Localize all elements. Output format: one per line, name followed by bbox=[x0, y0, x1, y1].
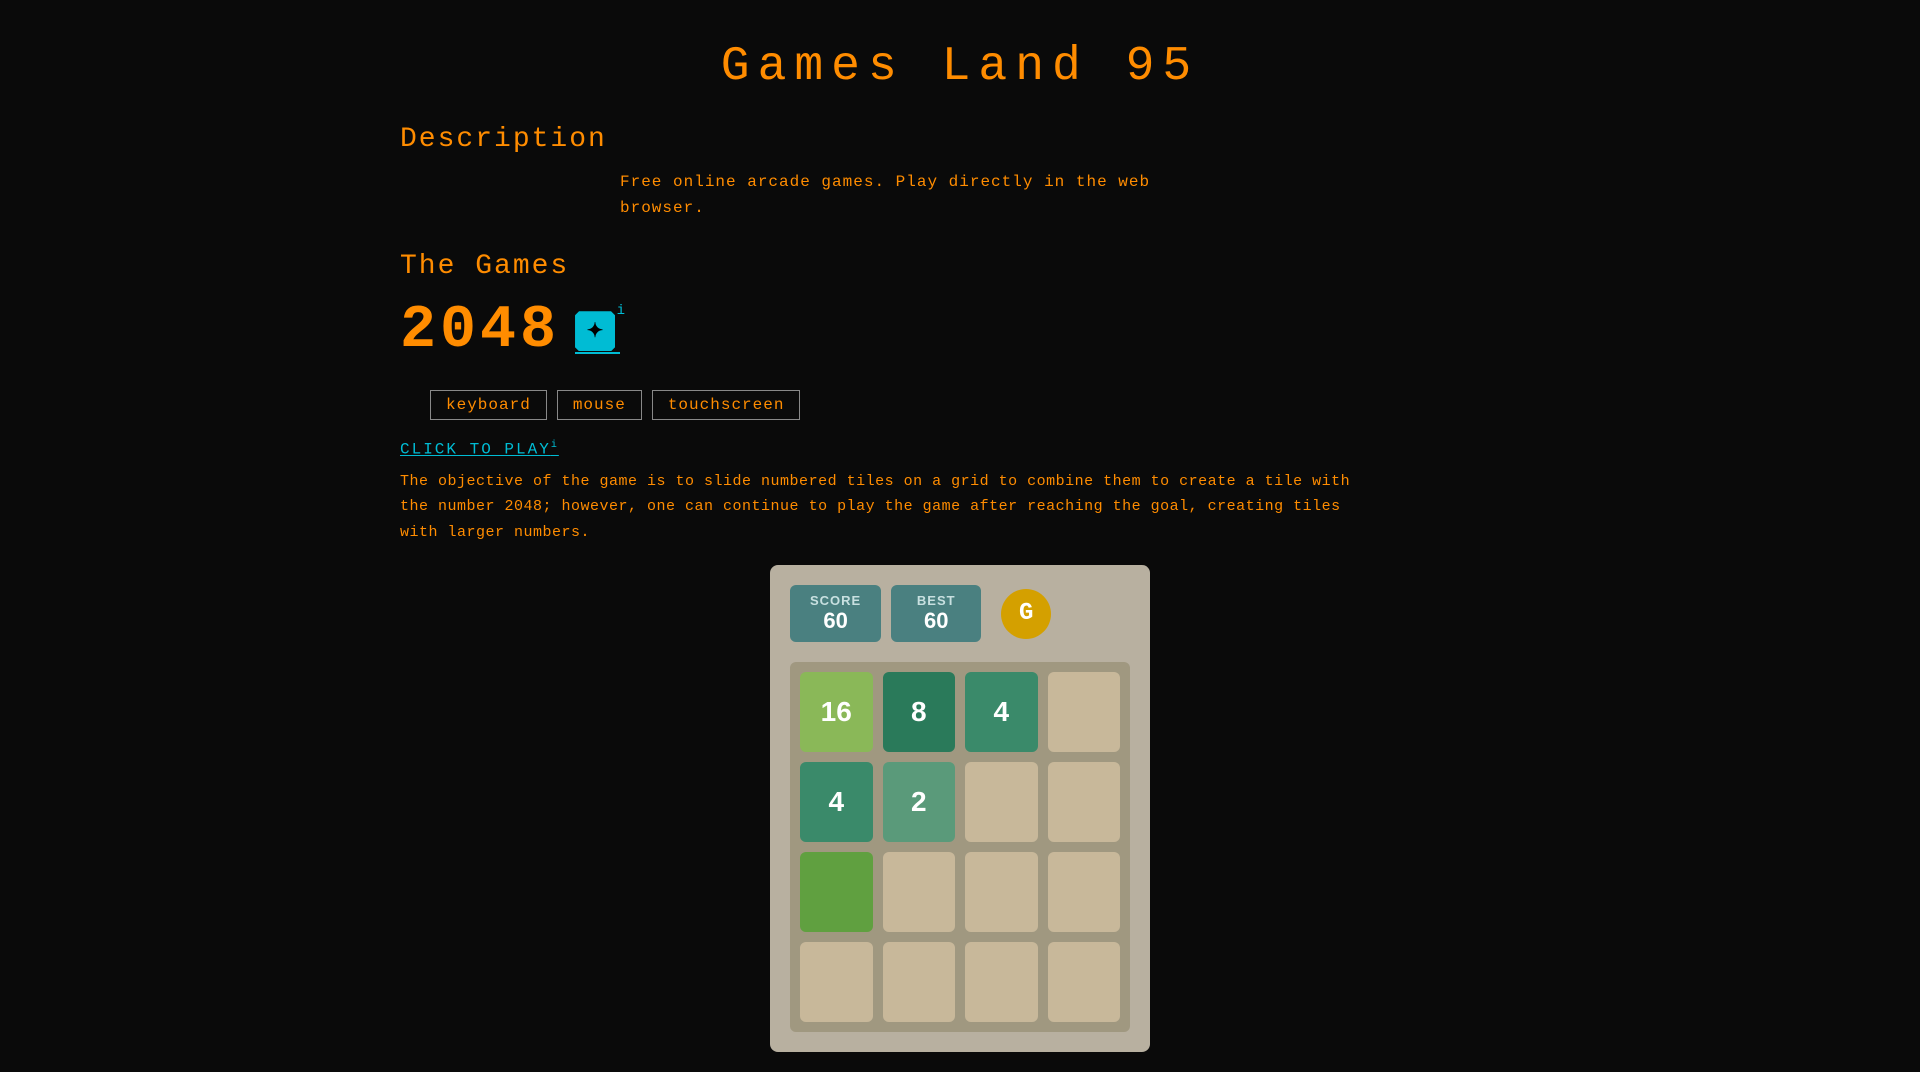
tile-8: 8 bbox=[883, 672, 956, 752]
score-box: SCORE 60 bbox=[790, 585, 881, 642]
game-grid: 16 8 4 4 2 bbox=[790, 662, 1130, 1032]
tile-2: 2 bbox=[883, 762, 956, 842]
score-value: 60 bbox=[810, 608, 861, 634]
best-box: BEST 60 bbox=[891, 585, 981, 642]
games-section: The Games 2048 ✦ i keyboard mouse touchs… bbox=[400, 251, 1520, 1052]
tile-empty-r4c2 bbox=[883, 942, 956, 1022]
tile-empty-r4c4 bbox=[1048, 942, 1121, 1022]
tile-empty-r1c4 bbox=[1048, 672, 1121, 752]
game-title-row: 2048 ✦ i bbox=[400, 297, 1520, 365]
score-label: SCORE bbox=[810, 593, 861, 608]
tile-empty-r2c4 bbox=[1048, 762, 1121, 842]
tile-empty-r3c4 bbox=[1048, 852, 1121, 932]
description-line2: browser. bbox=[620, 199, 705, 217]
icon-underline bbox=[575, 352, 620, 354]
input-tags: keyboard mouse touchscreen bbox=[430, 390, 1520, 420]
site-title: Games Land 95 bbox=[400, 20, 1520, 124]
game-title: 2048 bbox=[400, 297, 560, 365]
tile-4-r1: 4 bbox=[965, 672, 1038, 752]
game-preview: SCORE 60 BEST 60 G 16 8 4 bbox=[400, 565, 1520, 1052]
score-row: SCORE 60 BEST 60 G bbox=[790, 585, 1130, 642]
restart-button[interactable]: G bbox=[1001, 589, 1051, 639]
best-value: 60 bbox=[911, 608, 961, 634]
input-tag-mouse: mouse bbox=[557, 390, 642, 420]
tile-bottom-r3c1 bbox=[800, 852, 873, 932]
tile-4-r2: 4 bbox=[800, 762, 873, 842]
click-to-play-sup: i bbox=[551, 440, 559, 451]
games-heading: The Games bbox=[400, 251, 1520, 282]
pixel-icon-symbol: ✦ bbox=[587, 318, 604, 344]
click-to-play-text: CLICK TO PLAY bbox=[400, 441, 551, 459]
tile-empty-r3c2 bbox=[883, 852, 956, 932]
tile-empty-r3c3 bbox=[965, 852, 1038, 932]
click-to-play-link[interactable]: CLICK TO PLAYi bbox=[400, 440, 559, 458]
game-container: SCORE 60 BEST 60 G 16 8 4 bbox=[770, 565, 1150, 1052]
pixel-icon: ✦ bbox=[575, 311, 615, 351]
tile-16: 16 bbox=[800, 672, 873, 752]
description-text: Free online arcade games. Play directly … bbox=[620, 170, 1520, 221]
tile-empty-r4c1 bbox=[800, 942, 873, 1022]
best-label: BEST bbox=[911, 593, 961, 608]
click-to-play-wrapper[interactable]: CLICK TO PLAYi bbox=[400, 440, 1520, 468]
input-tag-keyboard: keyboard bbox=[430, 390, 547, 420]
description-section: Description Free online arcade games. Pl… bbox=[400, 124, 1520, 221]
input-tag-touchscreen: touchscreen bbox=[652, 390, 801, 420]
icon-superscript: i bbox=[617, 303, 625, 319]
game-description: The objective of the game is to slide nu… bbox=[400, 469, 1370, 546]
tile-empty-r2c3 bbox=[965, 762, 1038, 842]
tile-empty-r4c3 bbox=[965, 942, 1038, 1022]
game-icon-container: ✦ i bbox=[575, 311, 615, 351]
restart-icon: G bbox=[1019, 600, 1033, 627]
description-line1: Free online arcade games. Play directly … bbox=[620, 173, 1150, 191]
description-heading: Description bbox=[400, 124, 1520, 155]
